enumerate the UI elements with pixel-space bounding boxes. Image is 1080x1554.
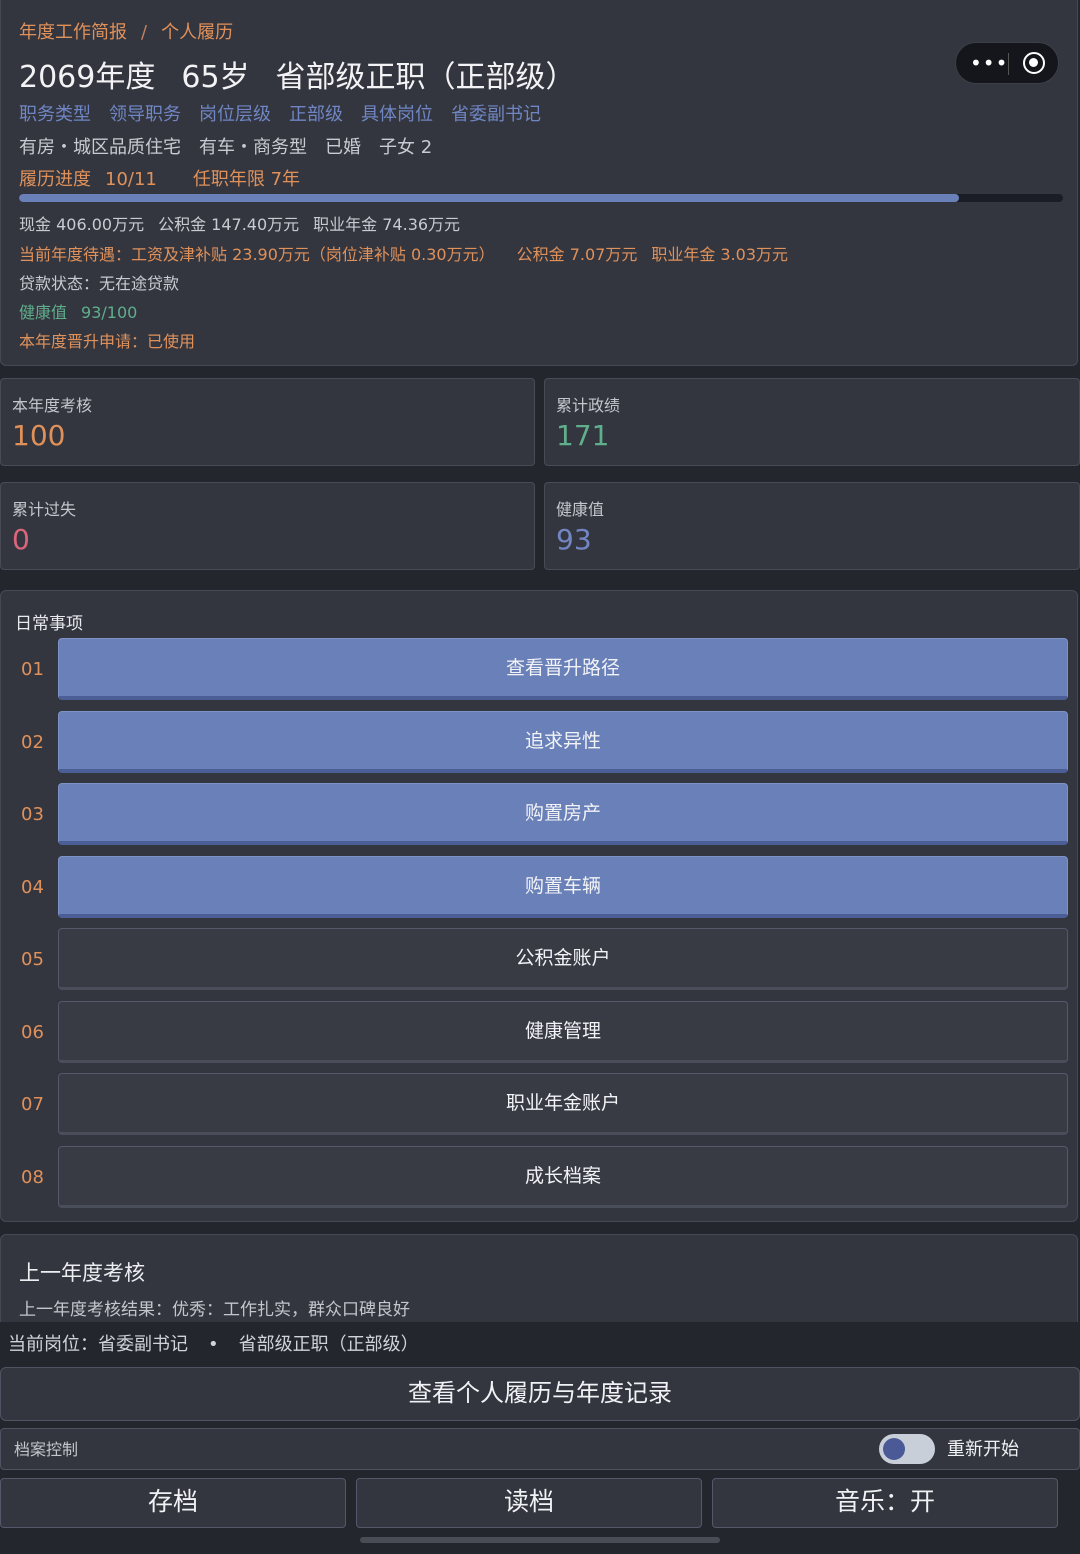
tag-item: 具体岗位 [361,104,433,125]
breadcrumb-item-resume[interactable]: 个人履历 [161,22,233,43]
annuity-value: 职业年金 74.36万元 [313,215,461,234]
profile-card: 年度工作简报 / 个人履历 2069年度 65岁 省部级正职（正部级） ••• 职务类型… [0,0,1078,366]
progress-bar [19,194,1063,202]
asset-house: 有房・城区品质住宅 [19,137,181,158]
progress-value: 10/11 [105,169,157,190]
loan-status: 贷款状态：无在途贷款 [19,274,180,293]
progress-bar-fill [19,194,959,202]
rank-label: 省部级正职（正部级） [275,60,576,95]
stat-label: 健康值 [556,500,605,519]
buy-property-button[interactable]: 购置房产 [58,783,1068,845]
treatment-line: 当前年度待遇：工资及津补贴 23.90万元（岗位津补贴 0.30万元） 公积金 7… [19,241,802,265]
finance-line: 现金 406.00万元 公积金 147.40万元 职业年金 74.36万元 [19,211,474,235]
tag-item: 省委副书记 [451,104,541,125]
age-label: 65岁 [181,60,250,95]
tag-item: 职务类型 [19,104,91,125]
health-line: 健康值 93/100 [19,299,151,323]
current-position-bar: 当前岗位：省委副书记 • 省部级正职（正部级） [0,1322,1080,1366]
stat-merit: 累计政绩 171 [544,378,1080,466]
stat-value: 100 [12,419,66,452]
cash-value: 现金 406.00万元 [19,215,145,234]
fund-value: 公积金 147.40万元 [158,215,300,234]
tag-item: 正部级 [289,104,343,125]
stat-value: 171 [556,419,610,452]
breadcrumb: 年度工作简报 / 个人履历 [19,18,233,44]
salary-value: 当前年度待遇：工资及津补贴 23.90万元（岗位津补贴 0.30万元） [19,245,495,264]
close-target-icon[interactable] [1023,52,1045,74]
position-tags: 职务类型 领导职务 岗位层级 正部级 具体岗位 省委副书记 [19,100,559,126]
last-year-result: 上一年度考核结果：优秀：工作扎实，群众口碑良好 [19,1300,410,1320]
stat-label: 本年度考核 [12,396,93,415]
item-number: 04 [21,877,44,898]
treatment-fund: 公积金 7.07万元 [516,245,638,264]
item-number: 05 [21,949,44,970]
view-promotion-path-button[interactable]: 查看晋升路径 [58,638,1068,700]
breadcrumb-item-report[interactable]: 年度工作简报 [19,22,127,43]
home-indicator [360,1537,720,1543]
load-button[interactable]: 读档 [356,1478,702,1528]
item-number: 02 [21,732,44,753]
list-item: 04 购置车辆 [1,856,1071,920]
save-button[interactable]: 存档 [0,1478,346,1528]
list-item: 03 购置房产 [1,783,1071,847]
item-number: 08 [21,1167,44,1188]
tag-item: 岗位层级 [199,104,271,125]
last-year-title: 上一年度考核 [19,1261,145,1285]
stat-health: 健康值 93 [544,482,1080,570]
stat-value: 93 [556,523,592,556]
health-value: 93/100 [81,303,138,322]
list-item: 08 成长档案 [1,1146,1071,1210]
view-records-button[interactable]: 查看个人履历与年度记录 [0,1367,1080,1421]
housing-fund-account-button[interactable]: 公积金账户 [58,928,1068,990]
music-toggle-button[interactable]: 音乐：开 [712,1478,1058,1528]
separator-dot: • [208,1334,219,1355]
item-number: 07 [21,1094,44,1115]
growth-archive-button[interactable]: 成长档案 [58,1146,1068,1208]
toggle-knob [883,1438,905,1460]
item-number: 03 [21,804,44,825]
list-item: 02 追求异性 [1,711,1071,775]
promotion-apply-status: 本年度晋升申请：已使用 [19,332,196,351]
health-management-button[interactable]: 健康管理 [58,1001,1068,1063]
stat-assessment: 本年度考核 100 [0,378,535,466]
progress-label: 履历进度 [19,169,91,190]
dating-button[interactable]: 追求异性 [58,711,1068,773]
list-item: 05 公积金账户 [1,928,1071,992]
item-number: 01 [21,659,44,680]
stat-fault: 累计过失 0 [0,482,535,570]
item-number: 06 [21,1022,44,1043]
archive-control-bar: 档案控制 重新开始 [0,1428,1080,1470]
tag-item: 领导职务 [109,104,181,125]
health-label: 健康值 [19,303,68,322]
stat-label: 累计过失 [12,500,77,519]
daily-tasks-title: 日常事项 [15,614,83,634]
list-item: 06 健康管理 [1,1001,1071,1065]
mini-program-capsule: ••• [955,42,1059,84]
restart-toggle[interactable] [879,1434,935,1464]
asset-children: 子女 2 [379,137,433,158]
buy-vehicle-button[interactable]: 购置车辆 [58,856,1068,918]
more-icon[interactable]: ••• [970,51,1007,75]
list-item: 01 查看晋升路径 [1,638,1071,702]
restart-label: 重新开始 [947,1439,1019,1460]
current-post: 当前岗位：省委副书记 [8,1334,188,1355]
stat-value: 0 [12,523,30,556]
treatment-annuity: 职业年金 3.03万元 [651,245,789,264]
annuity-account-button[interactable]: 职业年金账户 [58,1073,1068,1135]
current-rank: 省部级正职（正部级） [238,1334,419,1355]
asset-car: 有车・商务型 [199,137,307,158]
stat-label: 累计政绩 [556,396,621,415]
page-title: 2069年度 65岁 省部级正职（正部级） [19,52,602,96]
breadcrumb-separator: / [141,22,148,43]
capsule-divider [1008,53,1009,75]
archive-control-label: 档案控制 [14,1440,79,1459]
term-label: 任职年限 7年 [192,169,301,190]
daily-tasks-panel: 日常事项 01 查看晋升路径 02 追求异性 03 购置房产 04 购置车辆 0… [0,590,1078,1222]
last-year-assessment: 上一年度考核 上一年度考核结果：优秀：工作扎实，群众口碑良好 [0,1234,1078,1334]
list-item: 07 职业年金账户 [1,1073,1071,1137]
progress-info: 履历进度 10/11 任职年限 7年 [19,165,314,191]
asset-marriage: 已婚 [325,137,361,158]
assets-line: 有房・城区品质住宅 有车・商务型 已婚 子女 2 [19,133,450,159]
year-label: 2069年度 [19,60,156,95]
